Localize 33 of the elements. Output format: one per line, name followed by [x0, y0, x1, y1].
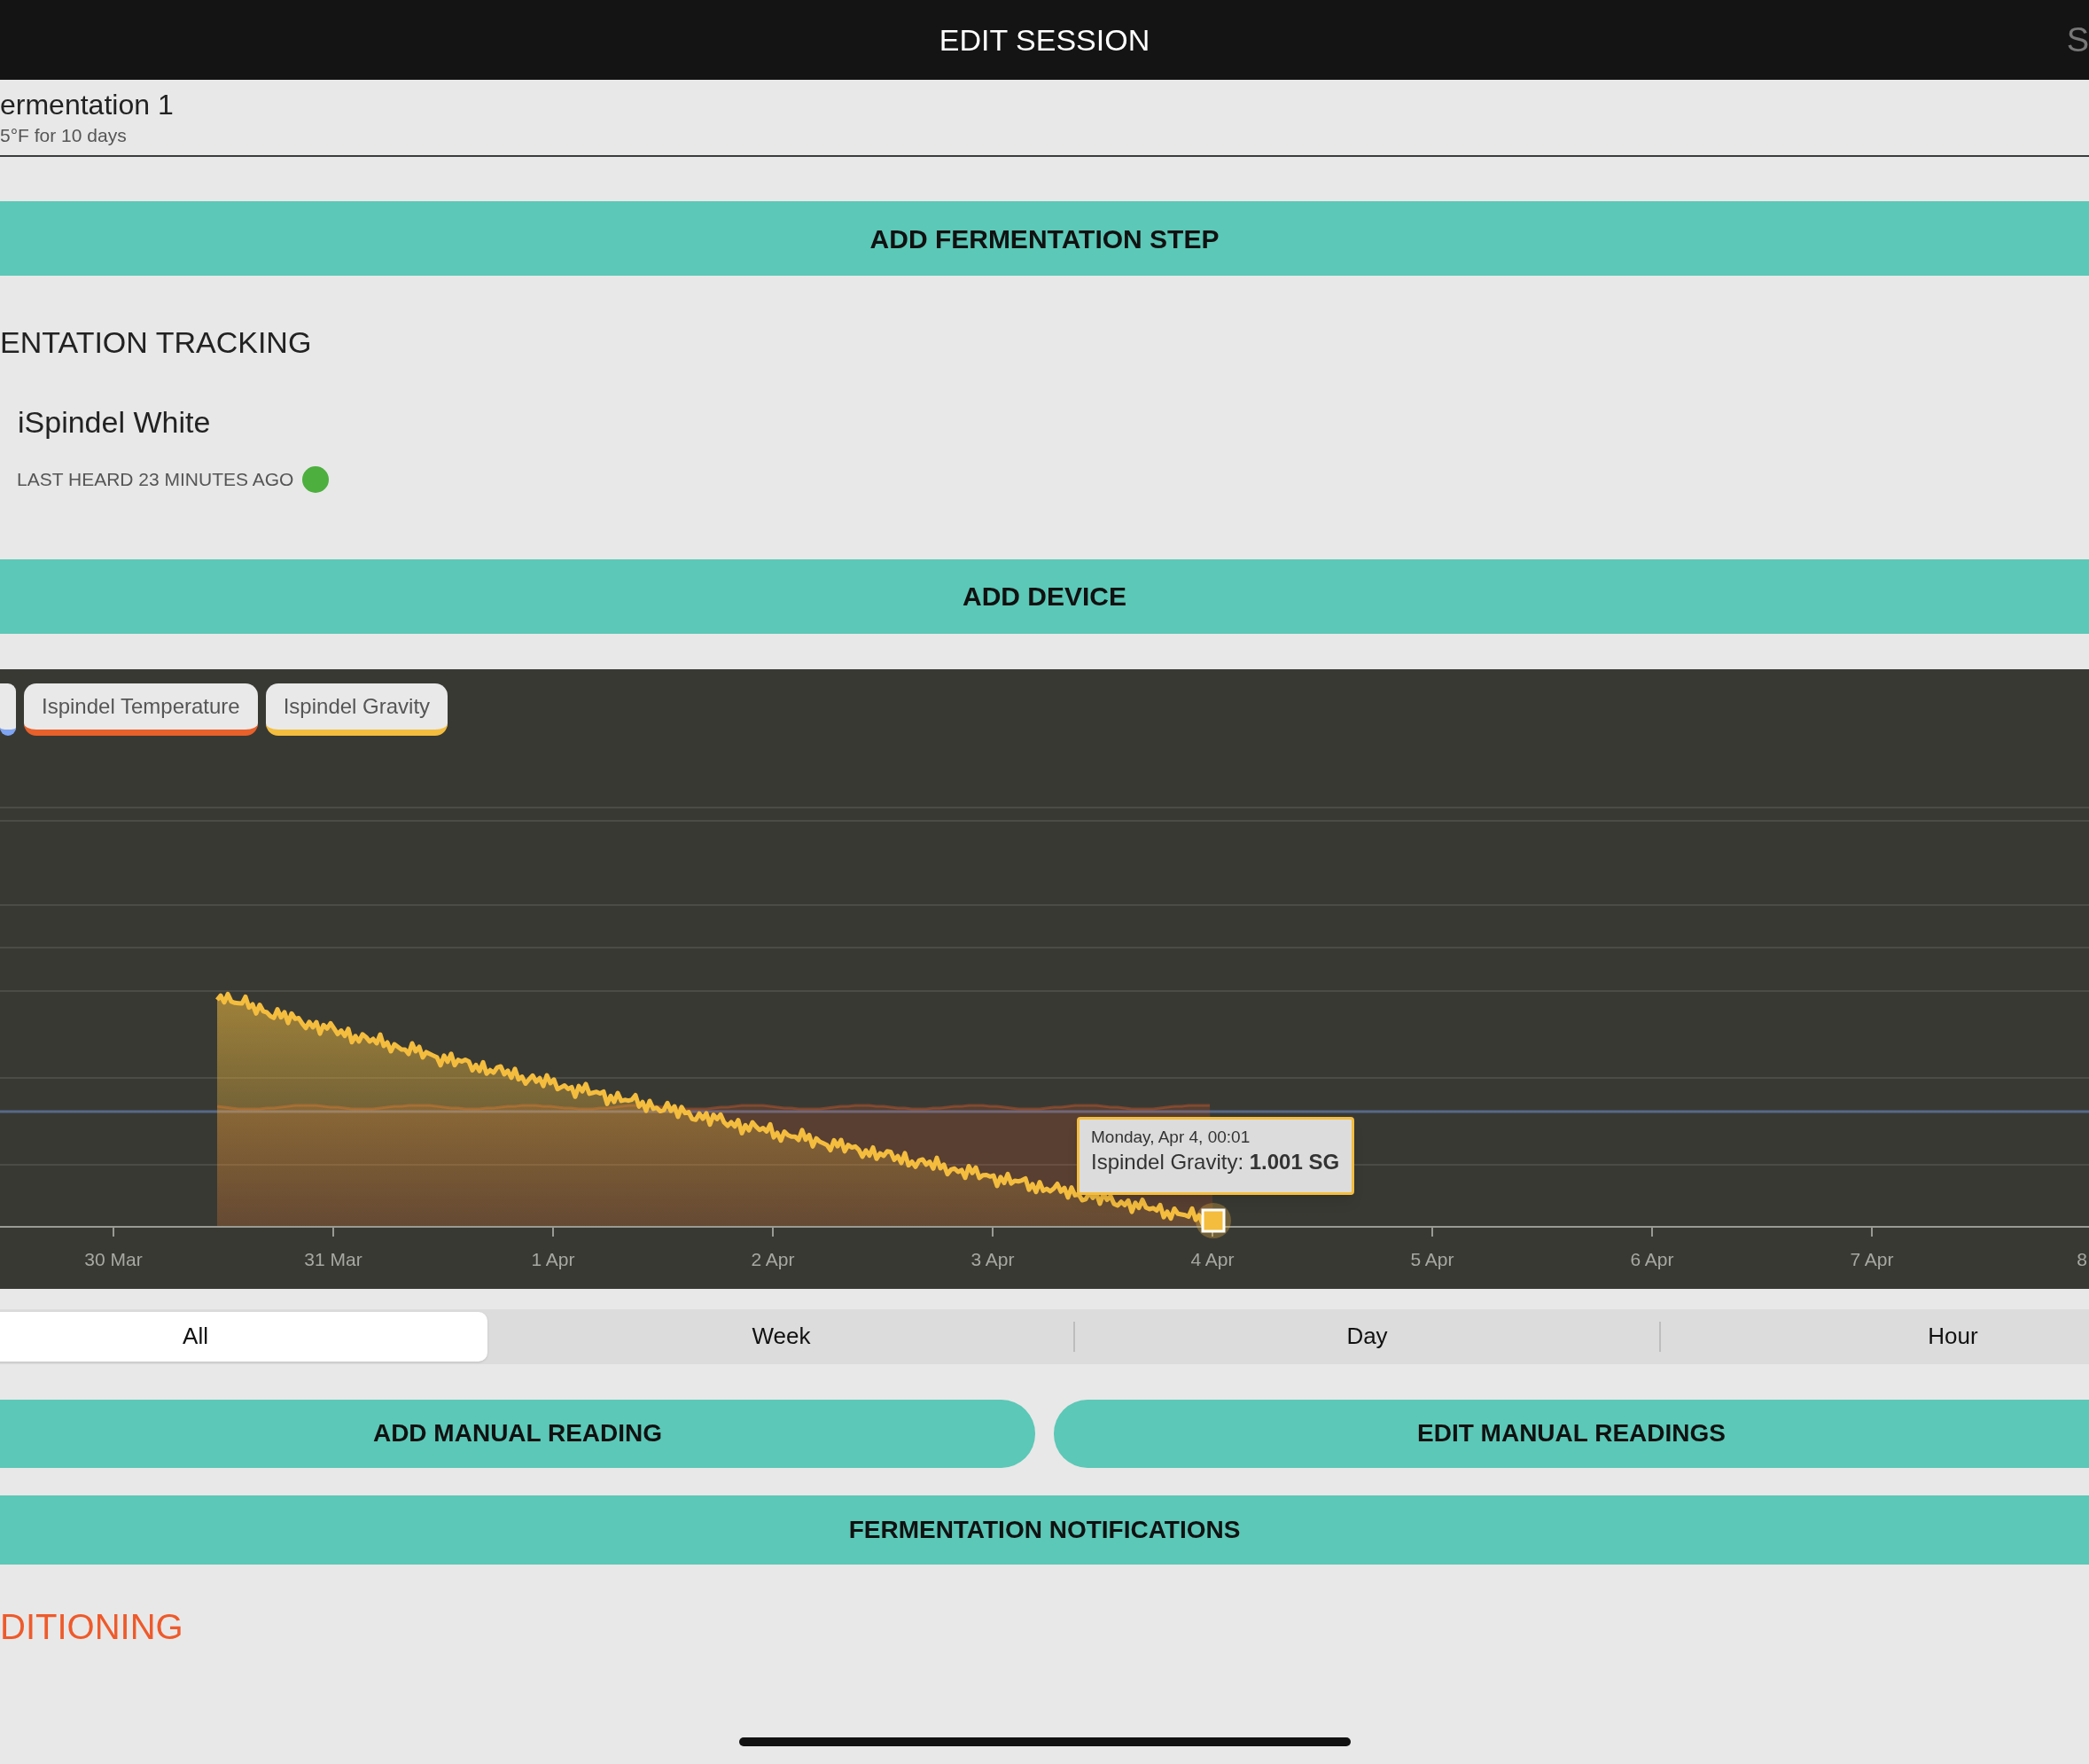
device-name: iSpindel White — [18, 407, 212, 437]
add-device-button[interactable]: ADD DEVICE — [0, 558, 2089, 634]
x-axis-label: 7 Apr — [1850, 1247, 1894, 1271]
legend-toggle[interactable] — [0, 683, 16, 736]
x-axis-label: 8 — [2077, 1247, 2087, 1271]
x-axis-label: 4 Apr — [1190, 1247, 1235, 1271]
step-detail: 5°F for 10 days — [0, 126, 128, 144]
last-heard-status: LAST HEARD 23 MINUTES AGO — [17, 468, 294, 491]
section-heading: DITIONING — [0, 1608, 184, 1644]
x-axis-label: 3 Apr — [970, 1247, 1015, 1271]
range-tab[interactable]: Day — [1075, 1311, 1659, 1362]
screen-title: EDIT SESSION — [939, 21, 1150, 59]
legend-toggle[interactable]: Ispindel Temperature — [24, 683, 258, 736]
step-name: ermentation 1 — [0, 90, 175, 119]
add-fermentation-step-button[interactable]: ADD FERMENTATION STEP — [0, 201, 2089, 276]
range-tab[interactable]: Week — [489, 1311, 1073, 1362]
legend-toggle[interactable]: Ispindel Gravity — [265, 683, 448, 736]
x-axis-label: 1 Apr — [531, 1247, 575, 1271]
header-action[interactable]: S — [2066, 14, 2089, 66]
section-heading: ENTATION TRACKING — [0, 327, 313, 357]
fermentation-notifications-button[interactable]: FERMENTATION NOTIFICATIONS — [0, 1495, 2089, 1565]
x-axis-label: 5 Apr — [1410, 1247, 1454, 1271]
x-axis-label: 6 Apr — [1630, 1247, 1674, 1271]
tooltip-value: Ispindel Gravity: 1.001 SG — [1091, 1148, 1340, 1175]
x-axis-label: 30 Mar — [84, 1247, 143, 1271]
manual-reading-button[interactable]: ADD MANUAL READING — [0, 1399, 1035, 1468]
data-point-marker — [1196, 1202, 1231, 1238]
range-tab[interactable]: Hour — [1661, 1311, 2089, 1362]
tooltip-date: Monday, Apr 4, 00:01 — [1091, 1128, 1251, 1145]
x-axis-label: 2 Apr — [751, 1247, 795, 1271]
range-tab[interactable]: All — [0, 1311, 487, 1362]
manual-reading-button[interactable]: EDIT MANUAL READINGS — [1054, 1399, 2089, 1468]
x-axis-label: 31 Mar — [304, 1247, 362, 1271]
